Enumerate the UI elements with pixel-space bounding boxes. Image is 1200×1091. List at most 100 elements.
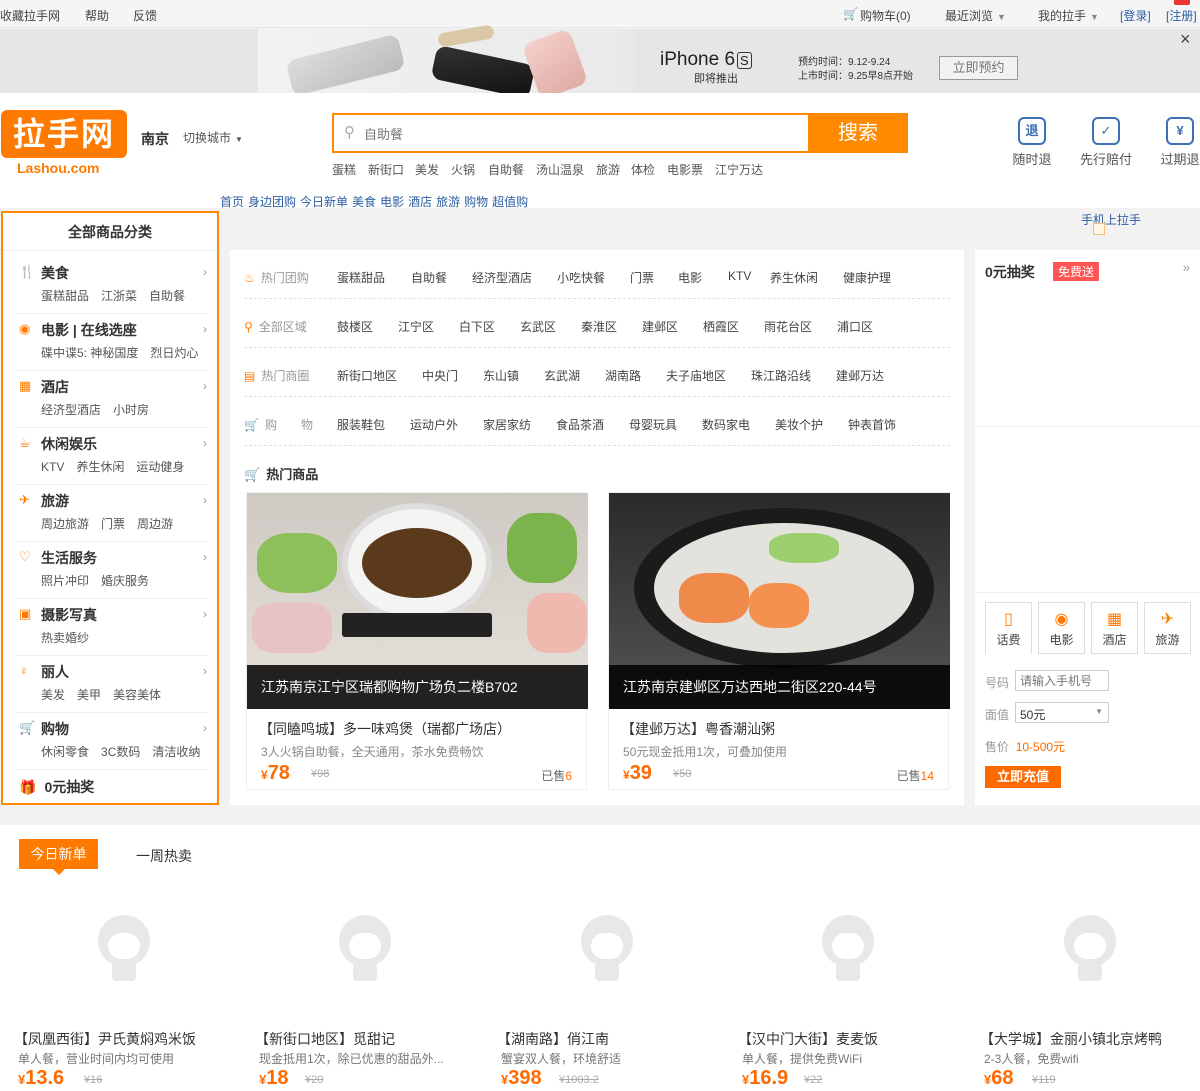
filter-item[interactable]: 蛋糕甜品 [337,269,385,286]
close-icon[interactable]: × [1180,29,1191,50]
double-chevron-right-icon[interactable]: » [1183,260,1190,275]
tab-travel[interactable]: ✈ 旅游 [1144,602,1191,654]
cart-link[interactable]: 购物车(0) [860,7,911,24]
subcategory-link[interactable]: 休闲零食 [41,745,89,759]
hot-keyword[interactable]: 美发 [415,161,439,178]
tab-hotel[interactable]: ▦ 酒店 [1091,602,1138,654]
filter-item[interactable]: 建邺万达 [836,367,884,384]
filter-item[interactable]: 湖南路 [605,367,641,384]
sidebar-item-beauty[interactable]: ♀ 丽人 › 美发 美甲 美容美体 [17,656,207,713]
subcategory-link[interactable]: 美容美体 [113,688,161,702]
filter-item[interactable]: 中央门 [422,367,458,384]
hot-keyword[interactable]: 蛋糕 [332,161,356,178]
subcategory-link[interactable]: 美甲 [77,688,101,702]
hot-keyword[interactable]: 旅游 [596,161,620,178]
sidebar-item-travel[interactable]: ✈ 旅游 › 周边旅游 门票 周边游 [17,485,207,542]
subcategory-link[interactable]: 运动健身 [136,460,184,474]
subcategory-link[interactable]: 小时房 [113,403,149,417]
mine-menu[interactable]: 我的拉手 ▼ [1038,7,1099,24]
hot-keyword[interactable]: 自助餐 [488,161,524,178]
guarantee-compensation[interactable]: ✓ 先行赔付 [1076,117,1136,168]
filter-item[interactable]: 服装鞋包 [337,416,385,433]
filter-item[interactable]: 玄武湖 [544,367,580,384]
filter-item[interactable]: 食品茶酒 [556,416,604,433]
filter-item[interactable]: 小吃快餐 [557,269,605,286]
subcategory-link[interactable]: 门票 [101,517,125,531]
subcategory-link[interactable]: 周边游 [137,517,173,531]
login-link[interactable]: [登录] [1120,7,1151,24]
recent-menu[interactable]: 最近浏览 ▼ [945,7,1006,24]
subcategory-link[interactable]: 婚庆服务 [101,574,149,588]
deal-item[interactable]: 【大学城】金丽小镇北京烤鸭 2-3人餐，免费wifi ¥68 ¥119 [980,915,1200,1091]
filter-item[interactable]: 母婴玩具 [629,416,677,433]
filter-item[interactable]: 健康护理 [843,269,891,286]
nav-item[interactable]: 旅游 [436,195,460,209]
nav-item[interactable]: 美食 [352,195,376,209]
logo[interactable]: 拉手网 Lashou.com [1,108,127,176]
subcategory-link[interactable]: 3C数码 [101,745,140,759]
subcategory-link[interactable]: 热卖婚纱 [41,631,89,645]
subcategory-link[interactable]: 照片冲印 [41,574,89,588]
filter-item[interactable]: 东山镇 [483,367,519,384]
nav-item[interactable]: 酒店 [408,195,432,209]
sidebar-item-lottery[interactable]: 🎁 0元抽奖 [19,777,94,797]
reserve-button[interactable]: 立即预约 [939,56,1018,80]
ad-banner[interactable]: iPhone 6S 即将推出 预约时间：9.12-9.24 上市时间：9.25早… [0,24,1200,100]
tab-movie[interactable]: ◉ 电影 [1038,602,1085,654]
subcategory-link[interactable]: 碟中谍5: 神秘国度 [41,346,138,360]
subcategory-link[interactable]: 清洁收纳 [152,745,200,759]
guarantee-refund-anytime[interactable]: 退随时退 [1002,117,1062,168]
hot-keyword[interactable]: 体检 [631,161,655,178]
subcategory-link[interactable]: 江浙菜 [101,289,137,303]
filter-item[interactable]: 电影 [678,269,702,286]
nav-item[interactable]: 首页 [220,195,244,209]
tab-today-new[interactable]: 今日新单 [19,839,98,869]
deal-item[interactable]: 【新街口地区】觅甜记 现金抵用1次，除已优惠的甜品外... ¥18 ¥20 [255,915,485,1091]
subcategory-link[interactable]: 自助餐 [149,289,185,303]
filter-item[interactable]: 珠江路沿线 [751,367,811,384]
sidebar-item-leisure[interactable]: ☕ 休闲娱乐 › KTV 养生休闲 运动健身 [17,428,207,485]
filter-item[interactable]: 玄武区 [520,318,556,335]
nav-item[interactable]: 购物 [464,195,488,209]
filter-item[interactable]: 养生休闲 [770,269,818,286]
filter-item[interactable]: 家居家纺 [483,416,531,433]
hot-keyword[interactable]: 电影票 [667,161,703,178]
subcategory-link[interactable]: 烈日灼心 [150,346,198,360]
mobile-link[interactable]: 手机上拉手 [1081,211,1141,228]
filter-item[interactable]: 数码家电 [702,416,750,433]
sidebar-item-life-service[interactable]: ♡ 生活服务 › 照片冲印 婚庆服务 [17,542,207,599]
subcategory-link[interactable]: 蛋糕甜品 [41,289,89,303]
deal-item[interactable]: 【凤凰西街】尹氏黄焖鸡米饭 单人餐，营业时间内均可使用 ¥13.6 ¥16 [14,915,244,1091]
sidebar-item-food[interactable]: 🍴 美食 › 蛋糕甜品 江浙菜 自助餐 [17,257,207,314]
filter-item[interactable]: 江宁区 [398,318,434,335]
filter-item[interactable]: 白下区 [459,318,495,335]
hot-keyword[interactable]: 新街口 [368,161,404,178]
subcategory-link[interactable]: 周边旅游 [41,517,89,531]
filter-item[interactable]: 浦口区 [837,318,873,335]
filter-item[interactable]: 经济型酒店 [472,269,532,286]
hot-keyword[interactable]: 汤山温泉 [536,161,584,178]
subcategory-link[interactable]: 养生休闲 [76,460,124,474]
subcategory-link[interactable]: 经济型酒店 [41,403,101,417]
search-input[interactable] [364,124,784,144]
filter-item[interactable]: KTV [728,269,751,283]
filter-item[interactable]: 秦淮区 [581,318,617,335]
deal-item[interactable]: 【湖南路】俏江南 蟹宴双人餐，环境舒适 ¥398 ¥1003.2 [497,915,727,1091]
tab-phone-bill[interactable]: ▯ 话费 [985,602,1032,654]
guarantee-expired-refund[interactable]: ¥ 过期退 [1150,117,1200,168]
filter-item[interactable]: 自助餐 [411,269,447,286]
filter-item[interactable]: 新街口地区 [337,367,397,384]
feedback-link[interactable]: 反馈 [133,7,157,24]
deal-item[interactable]: 【汉中门大街】麦麦饭 单人餐，提供免费WiFi ¥16.9 ¥22 [738,915,968,1091]
phone-number-input[interactable] [1015,670,1109,691]
favorite-link[interactable]: 收藏拉手网 [0,7,60,24]
filter-item[interactable]: 运动户外 [410,416,458,433]
sidebar-item-movie[interactable]: ◉ 电影 | 在线选座 › 碟中谍5: 神秘国度 烈日灼心 [17,314,207,371]
hot-goods-card[interactable]: 江苏南京江宁区瑞都购物广场负二楼B702 【同瞌鸣城】多一味鸡煲（瑞都广场店） … [246,492,588,790]
sidebar-item-shopping[interactable]: 🛒 购物 › 休闲零食 3C数码 清洁收纳 [17,713,207,770]
sidebar-item-hotel[interactable]: ▦ 酒店 › 经济型酒店 小时房 [17,371,207,428]
filter-item[interactable]: 栖霞区 [703,318,739,335]
nav-item[interactable]: 身边团购 [248,195,296,209]
subcategory-link[interactable]: 美发 [41,688,65,702]
recharge-button[interactable]: 立即充值 [985,766,1061,788]
